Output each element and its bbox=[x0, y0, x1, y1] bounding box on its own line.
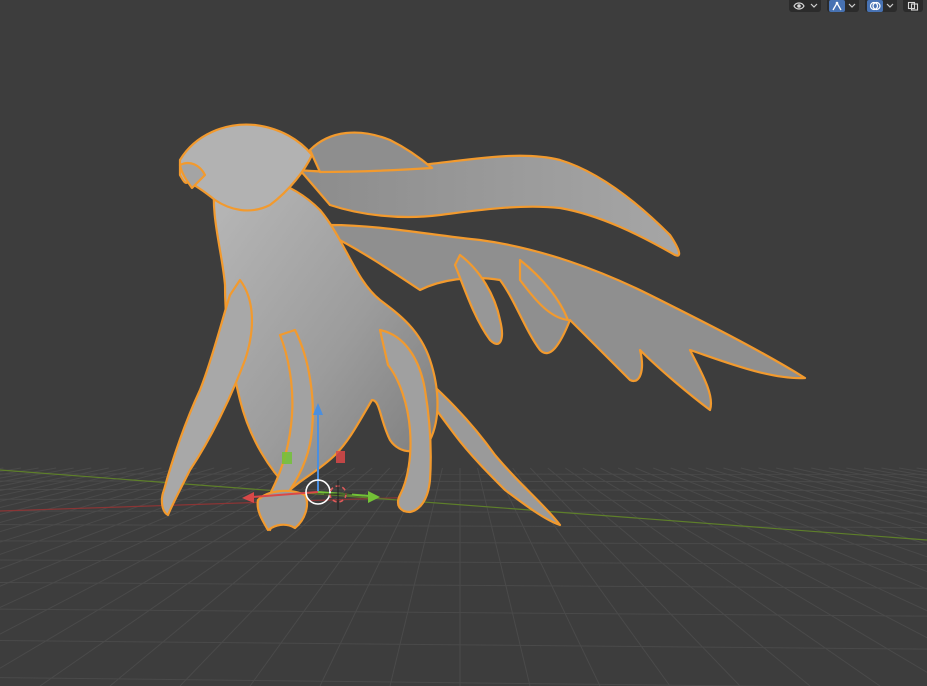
visibility-dropdown[interactable] bbox=[809, 0, 819, 12]
visibility-selectability-button[interactable] bbox=[791, 0, 807, 12]
xray-toggle-button[interactable] bbox=[905, 0, 921, 12]
xray-toggle-icon bbox=[907, 1, 919, 11]
overlays-tool-group bbox=[865, 0, 897, 12]
grid-line bbox=[0, 467, 215, 533]
upper-wing-feathers bbox=[308, 131, 434, 174]
grid-line bbox=[0, 510, 927, 514]
grid-line bbox=[0, 467, 39, 476]
grid-line bbox=[0, 608, 927, 617]
gizmo-plane-yz-handle[interactable] bbox=[282, 452, 292, 464]
chevron-down-icon bbox=[810, 3, 818, 8]
overlays-icon bbox=[869, 1, 881, 11]
gizmo-x-arrow-icon[interactable] bbox=[242, 492, 254, 503]
chevron-down-icon bbox=[886, 3, 894, 8]
gizmo-toggle-button[interactable] bbox=[829, 0, 845, 12]
grid-line bbox=[0, 640, 927, 650]
overlays-dropdown[interactable] bbox=[885, 0, 895, 12]
gizmo-tool-group bbox=[827, 0, 859, 12]
grid-line bbox=[0, 677, 789, 686]
xray-tool-group bbox=[903, 0, 923, 12]
grid-line bbox=[0, 467, 268, 570]
3d-viewport[interactable] bbox=[0, 0, 927, 686]
chevron-down-icon bbox=[848, 3, 856, 8]
viewport-header-toolbar bbox=[785, 0, 927, 12]
gizmo-dropdown[interactable] bbox=[847, 0, 857, 12]
gizmo-icon bbox=[832, 1, 842, 11]
overlays-toggle-button[interactable] bbox=[867, 0, 883, 12]
floor-grid bbox=[0, 467, 927, 686]
visibility-selectability-icon bbox=[793, 2, 805, 10]
gizmo-y-arrow-icon[interactable] bbox=[368, 491, 380, 503]
viewport-scene[interactable] bbox=[0, 0, 927, 686]
grid-line bbox=[0, 524, 927, 528]
gizmo-plane-xz-handle[interactable] bbox=[336, 451, 345, 463]
grid-line bbox=[0, 540, 927, 545]
grid-line bbox=[0, 467, 127, 497]
visibility-tool-group bbox=[789, 0, 821, 12]
grid-line bbox=[0, 467, 74, 483]
grid-line bbox=[0, 480, 927, 483]
